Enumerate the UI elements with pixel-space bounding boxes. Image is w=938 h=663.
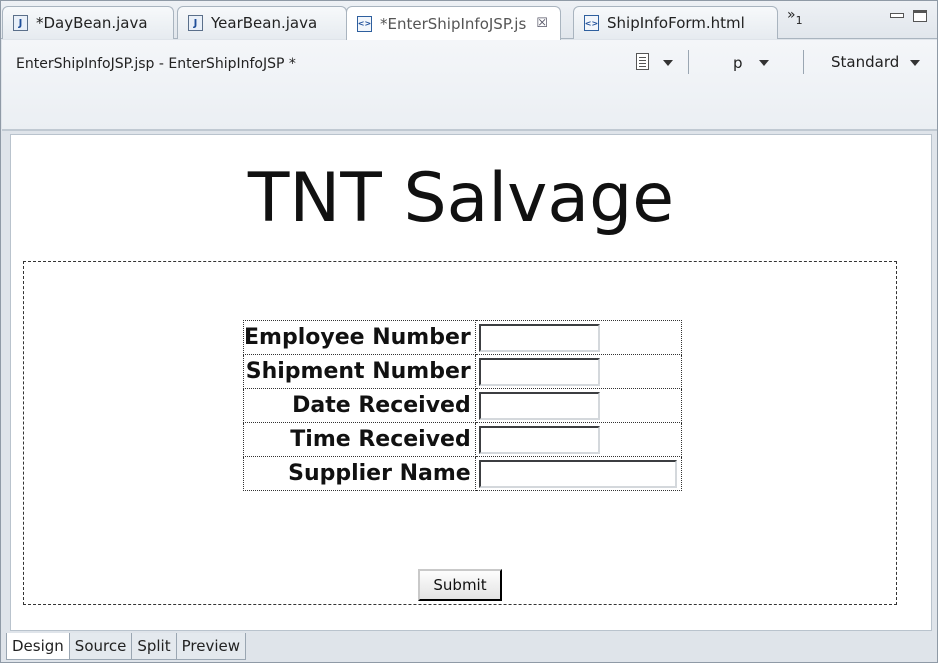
table-row: Supplier Name (243, 456, 682, 491)
html-file-icon: <> (584, 15, 599, 31)
maximize-button[interactable] (913, 10, 927, 22)
tab-yearbean[interactable]: J YearBean.java (177, 6, 347, 39)
file-title: EnterShipInfoJSP.jsp - EnterShipInfoJSP … (16, 56, 296, 72)
device-select[interactable]: Standard (831, 53, 899, 71)
table-row: Shipment Number (243, 354, 682, 389)
tab-split[interactable]: Split (132, 633, 177, 660)
ship-info-table: Employee Number Shipment Number Date Rec… (243, 320, 682, 491)
tab-overflow-button[interactable]: »1 (787, 7, 803, 27)
editor-tab-bar: J *DayBean.java J YearBean.java <> *Ente… (1, 1, 937, 40)
date-received-field[interactable] (478, 391, 600, 420)
date-received-label: Date Received (243, 388, 476, 423)
jsp-file-icon: <> (357, 15, 372, 32)
table-row: Time Received (243, 422, 682, 457)
shipment-number-label: Shipment Number (243, 354, 476, 389)
supplier-name-label: Supplier Name (243, 456, 476, 491)
supplier-name-field[interactable] (478, 459, 677, 488)
employee-number-label: Employee Number (243, 320, 476, 355)
tab-label: *DayBean.java (36, 14, 148, 32)
overflow-count: 1 (795, 14, 803, 27)
toolbar-separator (688, 50, 689, 74)
tab-daybean[interactable]: J *DayBean.java (2, 6, 174, 39)
java-file-icon: J (188, 15, 203, 31)
design-canvas: TNT Salvage Employee Number Shipment Num… (10, 134, 932, 631)
form-container: Employee Number Shipment Number Date Rec… (23, 261, 897, 605)
table-row: Employee Number (243, 320, 682, 355)
employee-number-field[interactable] (478, 323, 600, 352)
page-properties-icon[interactable] (636, 53, 649, 70)
minimize-button[interactable] (889, 10, 904, 22)
page-title: TNT Salvage (247, 159, 675, 238)
tab-source[interactable]: Source (69, 633, 133, 660)
editor-toolbar: EnterShipInfoJSP.jsp - EnterShipInfoJSP … (2, 40, 937, 131)
java-file-icon: J (13, 15, 28, 31)
close-icon[interactable]: ☒ (536, 16, 548, 31)
submit-button[interactable]: Submit (418, 569, 502, 601)
tab-label: ShipInfoForm.html (607, 14, 745, 32)
element-select[interactable]: p (733, 54, 743, 72)
editor-window: J *DayBean.java J YearBean.java <> *Ente… (0, 0, 938, 663)
tab-shipinfoform[interactable]: <> ShipInfoForm.html (573, 6, 778, 39)
tab-preview[interactable]: Preview (176, 633, 246, 660)
table-row: Date Received (243, 388, 682, 423)
tab-label: *EnterShipInfoJSP.js (380, 14, 527, 33)
chevron-double-right-icon: » (787, 7, 796, 23)
chevron-down-icon[interactable] (910, 60, 920, 66)
time-received-label: Time Received (243, 422, 476, 457)
time-received-field[interactable] (478, 425, 600, 454)
shipment-number-field[interactable] (478, 357, 600, 386)
tab-label: YearBean.java (211, 14, 318, 32)
chevron-down-icon[interactable] (759, 60, 769, 66)
toolbar-separator (803, 50, 804, 74)
tab-design[interactable]: Design (6, 633, 70, 660)
chevron-down-icon[interactable] (663, 60, 673, 66)
view-mode-tabs: Design Source Split Preview (6, 633, 246, 661)
tab-entershipinfojsp[interactable]: <> *EnterShipInfoJSP.js ☒ (346, 6, 561, 40)
